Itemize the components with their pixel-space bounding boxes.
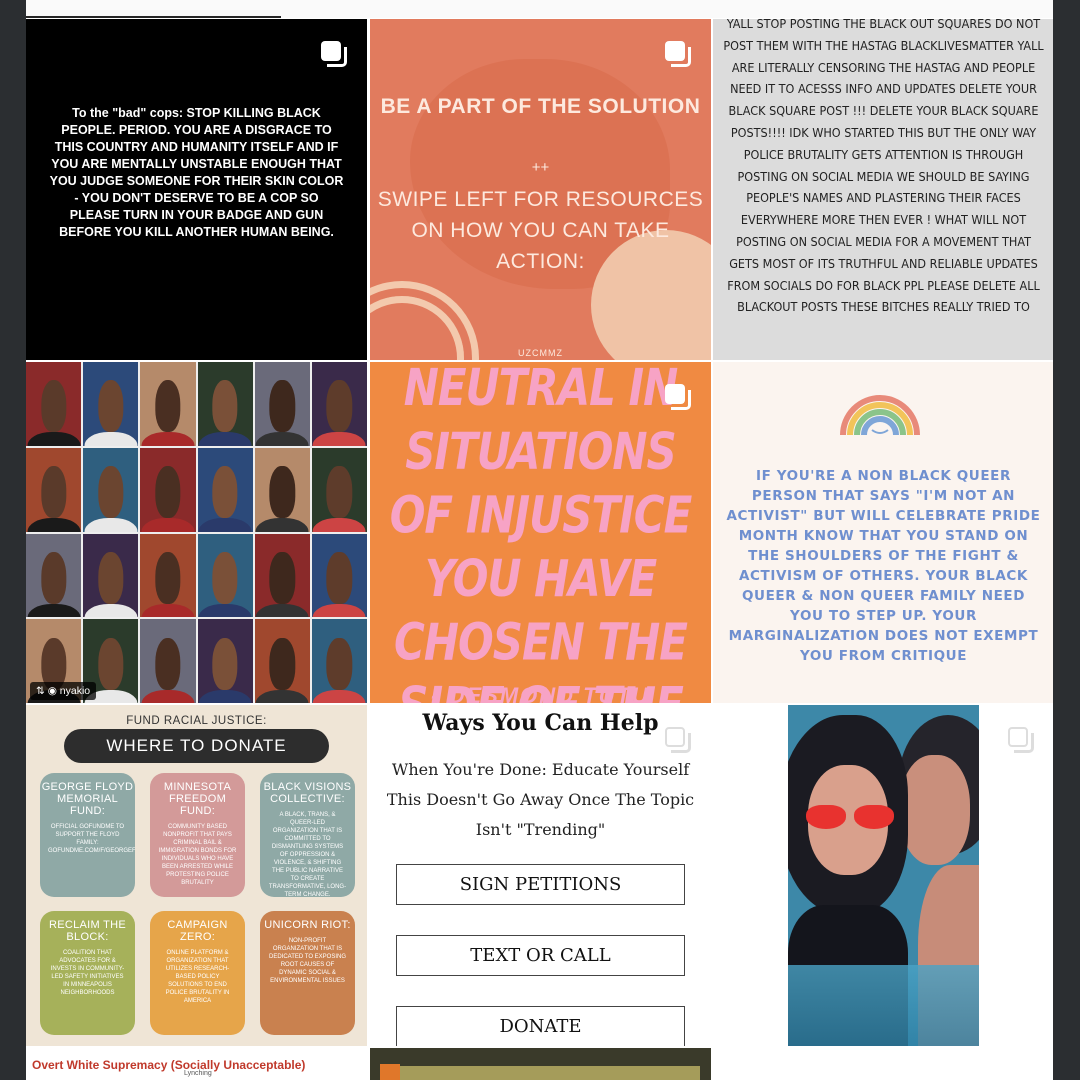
donation-card: CAMPAIGN ZERO: ONLINE PLATFORM & ORGANIZA… xyxy=(150,911,245,1035)
portrait-photo xyxy=(197,447,253,532)
portrait-photo xyxy=(140,362,196,446)
portrait-photo xyxy=(311,619,367,703)
donation-card: MINNESOTA FREEDOM FUND: COMMUNITY BASED N… xyxy=(150,773,245,897)
couple-photo xyxy=(788,705,979,1046)
post-tile-1[interactable]: To the "bad" cops: STOP KILLING BLACK PE… xyxy=(26,19,367,360)
post-tile-12[interactable] xyxy=(713,1048,1053,1080)
donation-card-description: ONLINE PLATFORM & ORGANIZATION THAT UTIL… xyxy=(165,950,230,1004)
donation-card-description: A BLACK, TRANS, & QUEER-LED ORGANIZATION… xyxy=(268,812,347,897)
portrait-photo xyxy=(254,619,310,703)
tab-bar xyxy=(26,0,1053,18)
post-tile-5[interactable]: NEUTRAL IN SITUATIONS OF INJUSTICE YOU H… xyxy=(370,362,711,703)
portrait-photo xyxy=(311,533,367,618)
portrait-photo xyxy=(26,533,82,618)
portrait-photo xyxy=(197,533,253,618)
donation-card: BLACK VISIONS COLLECTIVE: A BLACK, TRANS,… xyxy=(260,773,355,897)
sunglasses xyxy=(806,805,896,831)
active-tab-indicator xyxy=(26,16,281,18)
portrait-photo xyxy=(254,533,310,618)
portrait-collage xyxy=(26,362,367,703)
donation-card-title: CAMPAIGN ZERO: xyxy=(167,919,228,943)
donation-card-description: OFFICIAL GOFUNDME TO SUPPORT THE FLOYD F… xyxy=(48,824,135,854)
portrait-photo xyxy=(83,533,139,618)
post-heading: Overt White Supremacy (Socially Unaccept… xyxy=(32,1058,306,1072)
portrait-photo xyxy=(311,447,367,532)
post-text: To the "bad" cops: STOP KILLING BLACK PE… xyxy=(49,106,344,239)
portrait-photo xyxy=(26,362,82,446)
post-tile-9[interactable] xyxy=(713,705,1053,1046)
post-divider-text: ++ xyxy=(531,159,550,176)
donation-card-title: GEORGE FLOYD MEMORIAL FUND: xyxy=(41,781,134,817)
sign-petitions-button: SIGN PETITIONS xyxy=(396,864,685,905)
post-subtitle: When You're Done: Educate Yourself This … xyxy=(386,760,695,839)
post-text: Yall stop posting the black out squares … xyxy=(723,19,1044,315)
donation-card-title: BLACK VISIONS COLLECTIVE: xyxy=(263,781,352,805)
portrait-photo xyxy=(140,619,196,703)
post-tile-8[interactable]: Ways You Can Help When You're Done: Educ… xyxy=(370,705,711,1046)
portrait-photo xyxy=(254,362,310,446)
quote-author: - DESMOND TUTU xyxy=(431,683,650,703)
portrait-photo xyxy=(140,533,196,618)
post-text: If you're a non black queer person that … xyxy=(726,468,1041,664)
repost-icon: ⇅ ◉ xyxy=(36,685,60,697)
portrait-photo xyxy=(140,447,196,532)
donation-card-title: RECLAIM THE BLOCK: xyxy=(48,919,127,943)
donation-card-description: COALITION THAT ADVOCATES FOR & INVESTS I… xyxy=(50,950,125,996)
donation-card-title: UNICORN RIOT: xyxy=(264,919,351,931)
post-tile-10[interactable]: Overt White Supremacy (Socially Unaccept… xyxy=(26,1048,367,1080)
post-tile-11[interactable] xyxy=(370,1048,711,1080)
post-title: Ways You Can Help xyxy=(422,710,659,736)
donation-card: RECLAIM THE BLOCK: COALITION THAT ADVOCAT… xyxy=(40,911,135,1035)
profile-grid: To the "bad" cops: STOP KILLING BLACK PE… xyxy=(26,0,1053,1080)
repost-username: nyakio xyxy=(59,685,91,697)
post-title-pill: WHERE TO DONATE xyxy=(64,729,329,763)
post-tile-3[interactable]: Yall stop posting the black out squares … xyxy=(713,19,1053,360)
post-body: SWIPE LEFT FOR RESOURCES ON HOW YOU CAN … xyxy=(377,188,704,273)
carousel-icon xyxy=(665,384,691,410)
rainbow-icon xyxy=(840,395,920,435)
carousel-icon xyxy=(665,727,691,753)
donate-button: DONATE xyxy=(396,1006,685,1046)
portrait-photo xyxy=(254,447,310,532)
post-heading: BE A PART OF THE SOLUTION xyxy=(380,95,701,118)
post-heading: FUND RACIAL JUSTICE: xyxy=(126,715,267,727)
repost-badge: ⇅ ◉ nyakio xyxy=(30,682,97,700)
post-side-label: Lynching xyxy=(184,1070,212,1077)
donation-card-description: NON-PROFIT ORGANIZATION THAT IS DEDICATE… xyxy=(268,938,346,984)
donation-card: GEORGE FLOYD MEMORIAL FUND: OFFICIAL GOFU… xyxy=(40,773,135,897)
portrait-photo xyxy=(83,447,139,532)
post-tile-4[interactable]: ⇅ ◉ nyakio xyxy=(26,362,367,703)
quote-text: NEUTRAL IN SITUATIONS OF INJUSTICE YOU H… xyxy=(389,362,693,703)
donation-card-title: MINNESOTA FREEDOM FUND: xyxy=(163,781,232,817)
portrait-photo xyxy=(26,447,82,532)
portrait-photo xyxy=(197,362,253,446)
carousel-icon xyxy=(665,41,691,67)
text-or-call-button: TEXT OR CALL xyxy=(396,935,685,976)
post-tile-6[interactable]: If you're a non black queer person that … xyxy=(713,362,1053,703)
donation-card: UNICORN RIOT: NON-PROFIT ORGANIZATION THA… xyxy=(260,911,355,1035)
post-brand: UZCMMZ xyxy=(518,348,563,358)
donation-card-description: COMMUNITY BASED NONPROFIT THAT PAYS CRIM… xyxy=(158,824,237,886)
carousel-icon xyxy=(321,41,347,67)
carousel-icon xyxy=(1008,727,1034,753)
post-tile-7[interactable]: FUND RACIAL JUSTICE: WHERE TO DONATE GEO… xyxy=(26,705,367,1046)
portrait-photo xyxy=(197,619,253,703)
portrait-photo xyxy=(83,362,139,446)
portrait-photo xyxy=(311,362,367,446)
post-tile-2[interactable]: BE A PART OF THE SOLUTION ++ SWIPE LEFT … xyxy=(370,19,711,360)
